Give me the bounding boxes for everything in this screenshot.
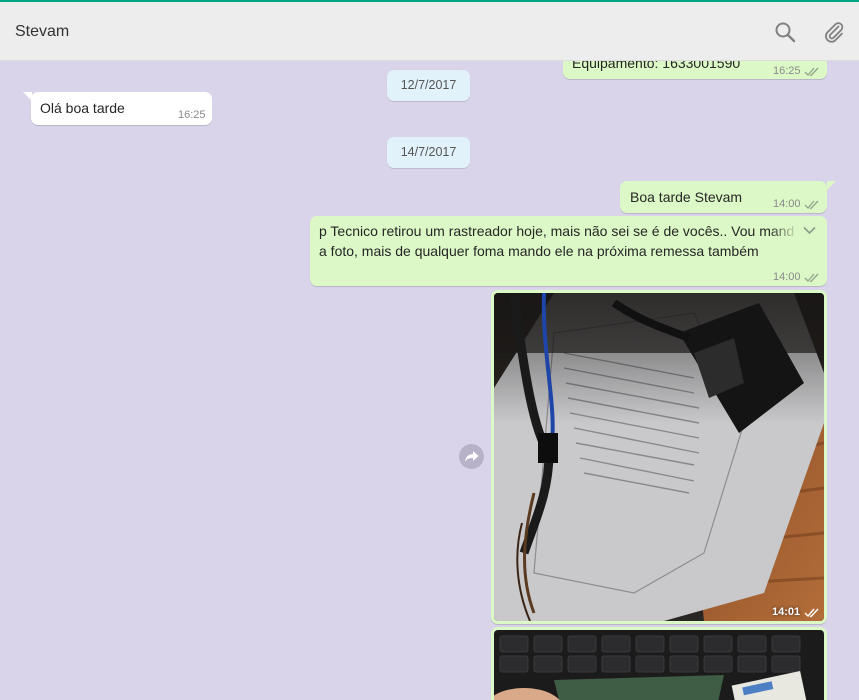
double-check-icon	[804, 608, 819, 618]
message-time: 14:00	[773, 271, 801, 283]
date-divider: 12/7/2017	[387, 70, 470, 101]
bubble-tail	[827, 181, 836, 190]
photo-thumbnail[interactable]	[494, 293, 824, 621]
message-bubble-outgoing[interactable]: Equipamento: 1633001590 16:25	[563, 61, 827, 79]
image-message[interactable]	[491, 627, 827, 700]
message-text-line: p Tecnico retirou um rastreador hoje, ma…	[319, 223, 795, 239]
photo-thumbnail[interactable]	[494, 630, 824, 700]
double-check-icon	[804, 273, 819, 283]
date-divider: 14/7/2017	[387, 137, 470, 168]
message-text: Equipamento: 1633001590	[572, 61, 741, 71]
contact-name[interactable]: Stevam	[15, 23, 69, 41]
message-text: Boa tarde Stevam	[630, 189, 743, 205]
message-bubble-outgoing[interactable]: p Tecnico retirou um rastreador hoje, ma…	[310, 216, 827, 286]
paperclip-icon[interactable]	[822, 20, 846, 44]
double-check-icon	[804, 67, 819, 77]
message-text-wrap: p Tecnico retirou um rastreador hoje, ma…	[319, 221, 799, 261]
chat-header: Stevam	[0, 2, 859, 61]
search-icon[interactable]	[773, 20, 797, 44]
message-text: Olá boa tarde	[40, 100, 125, 116]
double-check-icon	[804, 200, 819, 210]
conversation-pane[interactable]: Equipamento: 1633001590 16:25 12/7/2017 …	[0, 61, 859, 700]
forward-icon[interactable]	[459, 444, 484, 469]
message-text-line: a foto, mais de qualquer foma mando ele …	[319, 243, 759, 259]
message-time: 14:00	[773, 198, 801, 210]
message-time: 14:01	[772, 606, 801, 618]
message-bubble-outgoing[interactable]: Boa tarde Stevam 14:00	[620, 181, 827, 213]
message-time: 16:25	[178, 109, 206, 121]
message-bubble-incoming[interactable]: Olá boa tarde 16:25	[31, 92, 212, 125]
message-time: 16:25	[773, 65, 801, 77]
chevron-down-icon[interactable]	[803, 226, 816, 235]
image-message[interactable]: 14:01	[491, 290, 827, 624]
